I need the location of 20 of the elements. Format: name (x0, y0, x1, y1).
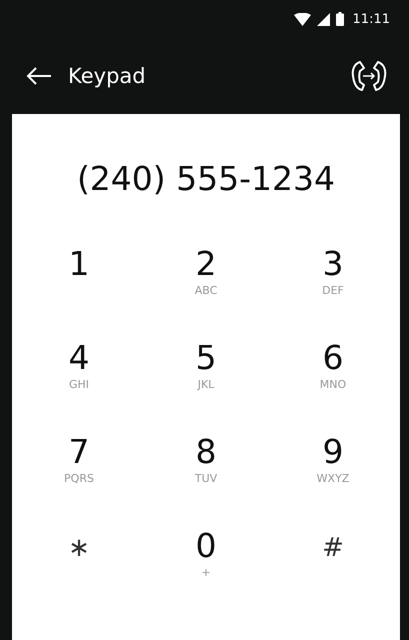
wifi-icon (294, 12, 311, 26)
signal-icon (316, 12, 330, 26)
dialed-number: (240) 555-1234 (76, 159, 336, 198)
keypad-key[interactable]: 8 TUV (166, 434, 246, 494)
status-time: 11:11 (352, 12, 390, 26)
back-arrow-icon[interactable] (26, 67, 52, 85)
keypad-key[interactable]: 1 (39, 246, 119, 306)
keypad-key[interactable]: 0 + (166, 528, 246, 588)
keypad-key[interactable]: ∗ (39, 528, 119, 588)
battery-icon (336, 12, 344, 26)
keypad-key[interactable]: 2 ABC (166, 246, 246, 306)
keypad-key[interactable]: 7 PQRS (39, 434, 119, 494)
keypad-key[interactable]: 3 DEF (293, 246, 373, 306)
keypad-key[interactable]: 6 MNO (293, 340, 373, 400)
keypad-key[interactable]: # (293, 528, 373, 588)
keypad-key[interactable]: 4 GHI (39, 340, 119, 400)
call-transfer-icon[interactable] (351, 60, 387, 92)
keypad-key[interactable]: 5 JKL (166, 340, 246, 400)
keypad-key[interactable]: 9 WXYZ (293, 434, 373, 494)
screen-title: Keypad (68, 64, 146, 88)
